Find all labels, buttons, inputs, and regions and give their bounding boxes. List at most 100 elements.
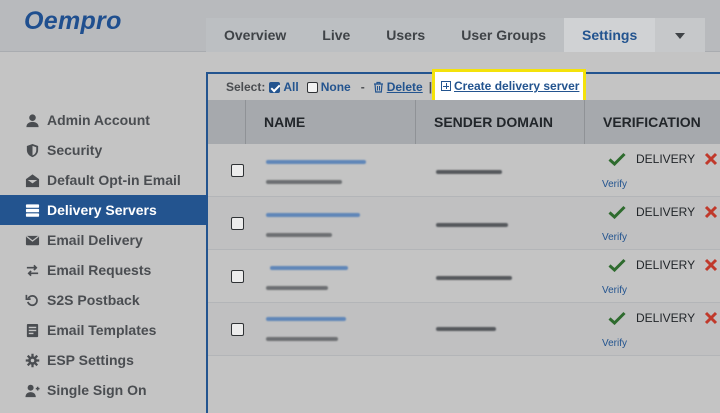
tab-users[interactable]: Users (368, 18, 444, 52)
verification-status: DELIVERY (608, 258, 695, 272)
sender-domain-redacted (436, 327, 496, 331)
sender-domain-redacted (436, 276, 512, 280)
tab-overview[interactable]: Overview (206, 18, 305, 52)
chevron-down-icon (675, 33, 686, 40)
server-icon (24, 202, 41, 218)
tabs-more-dropdown[interactable] (655, 18, 706, 52)
close-icon[interactable] (704, 152, 718, 166)
plus-square-icon (441, 81, 451, 91)
select-none-checkbox[interactable] (306, 81, 318, 93)
check-icon (608, 258, 626, 272)
row-checkbox[interactable] (231, 217, 244, 230)
sidebar-item-email-requests[interactable]: Email Requests (0, 255, 206, 285)
sidebar-item-label: Security (47, 142, 103, 158)
refresh-icon (24, 292, 41, 308)
close-icon[interactable] (704, 205, 718, 219)
row-checkbox[interactable] (231, 270, 244, 283)
verification-status: DELIVERY (608, 311, 695, 325)
app-header: Oempro Overview Live Users User Groups S… (0, 0, 720, 52)
server-host-redacted (266, 286, 328, 290)
header-select-column (208, 100, 246, 144)
table-row: DELIVERY Verify (208, 144, 720, 197)
close-icon[interactable] (704, 311, 718, 325)
server-name-redacted[interactable] (266, 213, 360, 217)
table-row: DELIVERY Verify (208, 197, 720, 250)
create-delivery-server-label: Create delivery server (454, 79, 580, 93)
delivery-servers-panel: Select: All None - Delete | Create deliv… (206, 69, 720, 413)
server-host-redacted (266, 180, 342, 184)
create-delivery-server-link[interactable]: Create delivery server (441, 79, 579, 93)
sender-domain-redacted (436, 223, 508, 227)
user-plus-icon (24, 382, 41, 398)
sidebar-item-security[interactable]: Security (0, 135, 206, 165)
settings-sidebar: Admin Account Security Default Opt-in Em… (0, 105, 206, 405)
header-sender-domain[interactable]: SENDER DOMAIN (416, 100, 585, 144)
exchange-arrows-icon (24, 262, 41, 278)
sidebar-item-single-sign-on[interactable]: Single Sign On (0, 375, 206, 405)
sidebar-item-label: Single Sign On (47, 382, 147, 398)
select-none-link[interactable]: None (321, 80, 351, 94)
tab-settings[interactable]: Settings (564, 18, 656, 52)
table-row: DELIVERY Verify (208, 250, 720, 303)
verification-status: DELIVERY (608, 205, 695, 219)
verify-link[interactable]: Verify (602, 179, 627, 190)
header-verification[interactable]: VERIFICATION (585, 100, 720, 144)
sidebar-item-label: Email Delivery (47, 232, 143, 248)
main-tabs: Overview Live Users User Groups Settings (206, 18, 706, 52)
sidebar-item-delivery-servers[interactable]: Delivery Servers (0, 195, 206, 225)
shield-icon (24, 142, 41, 158)
email-delivery-icon (24, 232, 41, 248)
sidebar-item-default-opt-in-email[interactable]: Default Opt-in Email (0, 165, 206, 195)
row-checkbox[interactable] (231, 164, 244, 177)
server-host-redacted (266, 233, 332, 237)
tab-user-groups[interactable]: User Groups (443, 18, 565, 52)
verification-label: DELIVERY (636, 258, 696, 272)
verification-label: DELIVERY (636, 311, 696, 325)
sidebar-item-email-delivery[interactable]: Email Delivery (0, 225, 206, 255)
gear-icon (24, 352, 41, 368)
close-icon[interactable] (704, 258, 718, 272)
table-header: NAME SENDER DOMAIN VERIFICATION (208, 100, 720, 144)
app-logo[interactable]: Oempro (24, 7, 122, 36)
select-all-checkbox[interactable] (269, 81, 281, 93)
check-icon (608, 152, 626, 166)
server-name-redacted[interactable] (266, 317, 346, 321)
select-label: Select: (226, 80, 266, 94)
sidebar-item-label: Email Templates (47, 322, 157, 338)
verify-link[interactable]: Verify (602, 232, 627, 243)
sidebar-item-label: Admin Account (47, 112, 150, 128)
sidebar-item-admin-account[interactable]: Admin Account (0, 105, 206, 135)
verification-label: DELIVERY (636, 152, 696, 166)
header-name[interactable]: NAME (246, 100, 416, 144)
toolbar-separator: - (360, 80, 365, 94)
sidebar-item-label: ESP Settings (47, 352, 134, 368)
sidebar-item-label: S2S Postback (47, 292, 140, 308)
sidebar-item-label: Email Requests (47, 262, 152, 278)
verification-status: DELIVERY (608, 152, 695, 166)
select-all-link[interactable]: All (283, 80, 298, 94)
delete-label: Delete (386, 80, 423, 94)
server-name-redacted[interactable] (270, 266, 348, 270)
user-icon (24, 112, 41, 128)
sidebar-item-label: Delivery Servers (47, 202, 157, 218)
server-name-redacted[interactable] (266, 160, 366, 164)
sidebar-item-s2s-postback[interactable]: S2S Postback (0, 285, 206, 315)
tab-live[interactable]: Live (304, 18, 369, 52)
sidebar-item-label: Default Opt-in Email (47, 172, 181, 188)
create-delivery-server-highlight: Create delivery server (432, 69, 586, 103)
delete-button[interactable]: Delete (373, 80, 423, 94)
sidebar-item-esp-settings[interactable]: ESP Settings (0, 345, 206, 375)
envelope-open-icon (24, 172, 41, 188)
trash-icon (373, 81, 383, 93)
sender-domain-redacted (436, 170, 502, 174)
server-host-redacted (266, 337, 338, 341)
row-checkbox[interactable] (231, 323, 244, 336)
verification-label: DELIVERY (636, 205, 696, 219)
check-icon (608, 311, 626, 325)
check-icon (608, 205, 626, 219)
template-icon (24, 322, 41, 338)
sidebar-item-email-templates[interactable]: Email Templates (0, 315, 206, 345)
verify-link[interactable]: Verify (602, 338, 627, 349)
table-row: DELIVERY Verify (208, 303, 720, 356)
verify-link[interactable]: Verify (602, 285, 627, 296)
